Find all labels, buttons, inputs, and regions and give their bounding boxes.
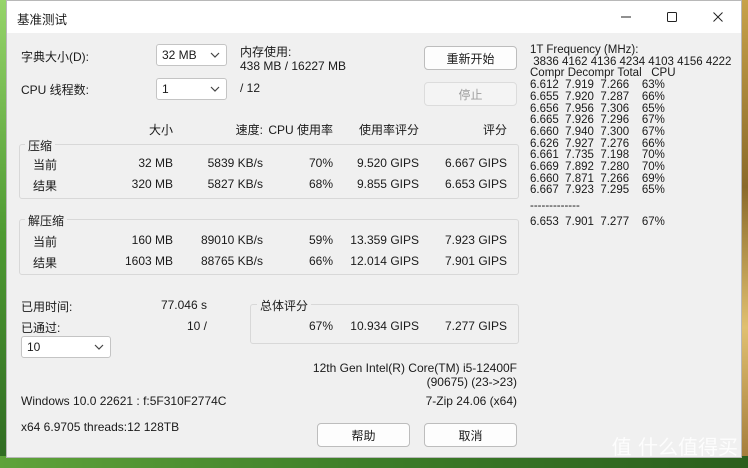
minimize-button[interactable]: [603, 3, 649, 31]
chevron-down-icon: [210, 52, 220, 58]
decompress-current-speed: 89010 KB/s: [200, 233, 263, 247]
cpu-name: 12th Gen Intel(R) Core(TM) i5-12400F: [312, 361, 517, 375]
desktop-background-right: [742, 0, 748, 468]
decompress-current-rating-per-usage: 13.359 GIPS: [350, 233, 419, 247]
chevron-down-icon: [94, 344, 104, 350]
column-header-rating-per-usage: 使用率评分: [358, 123, 419, 137]
passes-select-value: 10: [27, 340, 41, 354]
cpu-id: (90675) (23->23): [426, 375, 517, 389]
dict-size-label: 字典大小(D):: [21, 50, 89, 64]
decompress-result-speed: 88765 KB/s: [200, 254, 263, 268]
frequency-log-panel: 1T Frequency (MHz): 3836 4162 4136 4234 …: [530, 44, 735, 229]
total-rating-label: 总体评分: [257, 297, 312, 314]
cpu-threads-select[interactable]: 1: [156, 78, 227, 100]
title-bar[interactable]: 基准测试: [7, 1, 741, 33]
os-info: Windows 10.0 22621 : f:5F310F2774C: [21, 394, 227, 408]
maximize-button[interactable]: [649, 3, 695, 31]
passes-label: 已通过:: [21, 321, 61, 335]
freq-header: 1T Frequency (MHz):: [530, 44, 639, 56]
decompress-result-rating-per-usage: 12.014 GIPS: [350, 254, 419, 268]
passes-select[interactable]: 10: [21, 336, 111, 358]
decompress-group-label: 解压缩: [25, 212, 68, 229]
compress-result-rating-per-usage: 9.855 GIPS: [356, 177, 419, 191]
elapsed-time-value: 77.046 s: [160, 298, 207, 312]
freq-row: 6.655 7.920 7.287 66%: [530, 90, 665, 103]
freq-summary: 6.653 7.901 7.277 67%: [530, 215, 665, 228]
freq-row: 6.669 7.892 7.280 70%: [530, 161, 665, 174]
close-icon: [713, 12, 723, 22]
total-rating-value: 7.277 GIPS: [444, 319, 507, 333]
version-info: 7-Zip 24.06 (x64): [425, 394, 517, 408]
cpu-threads-value: 1: [162, 82, 169, 96]
compress-result-speed: 5827 KB/s: [207, 177, 263, 191]
compress-result-rating: 6.653 GIPS: [444, 177, 507, 191]
arch-info: x64 6.9705 threads:12 128TB: [21, 420, 180, 434]
decompress-current-size: 160 MB: [131, 233, 173, 247]
compress-result-size: 320 MB: [131, 177, 173, 191]
freq-separator: -------------: [530, 200, 580, 213]
decompress-result-size: 1603 MB: [124, 254, 173, 268]
memory-usage-value: 438 MB / 16227 MB: [240, 59, 347, 73]
elapsed-time-label: 已用时间:: [21, 300, 73, 314]
compress-current-speed: 5839 KB/s: [207, 156, 263, 170]
decompress-result-rating: 7.901 GIPS: [444, 254, 507, 268]
stop-button[interactable]: 停止: [424, 82, 517, 106]
compress-current-rating: 6.667 GIPS: [444, 156, 507, 170]
cancel-button[interactable]: 取消: [424, 423, 517, 447]
memory-usage-label: 内存使用:: [240, 45, 292, 59]
column-header-rating: 评分: [482, 123, 507, 137]
compress-result-label: 结果: [33, 179, 58, 193]
freq-row: 6.667 7.923 7.295 65%: [530, 184, 665, 197]
chevron-down-icon: [210, 86, 220, 92]
restart-button[interactable]: 重新开始: [424, 46, 517, 70]
window-title: 基准测试: [17, 13, 68, 27]
decompress-current-label: 当前: [33, 235, 58, 249]
cpu-threads-label: CPU 线程数:: [21, 83, 90, 97]
dict-size-select[interactable]: 32 MB: [156, 44, 227, 66]
compress-current-usage: 70%: [308, 156, 333, 170]
total-usage: 67%: [308, 319, 333, 333]
column-header-cpu-usage: CPU 使用率: [268, 123, 333, 137]
decompress-current-usage: 59%: [308, 233, 333, 247]
passes-value: 10 /: [186, 319, 207, 333]
column-header-size: 大小: [148, 123, 173, 137]
decompress-current-rating: 7.923 GIPS: [444, 233, 507, 247]
compress-current-size: 32 MB: [138, 156, 173, 170]
minimize-icon: [621, 16, 631, 18]
watermark: 值 什么值得买: [611, 435, 738, 459]
freq-row: 6.660 7.940 7.300 67%: [530, 125, 665, 138]
compress-group-label: 压缩: [25, 137, 56, 154]
maximize-icon: [667, 12, 677, 22]
close-button[interactable]: [695, 3, 741, 31]
benchmark-dialog: 基准测试 字典大小(D): 32 MB 内存使用: 438 MB / 16227…: [6, 0, 742, 458]
dict-size-value: 32 MB: [162, 48, 197, 62]
decompress-result-label: 结果: [33, 256, 58, 270]
decompress-result-usage: 66%: [308, 254, 333, 268]
compress-result-usage: 68%: [308, 177, 333, 191]
compress-current-rating-per-usage: 9.520 GIPS: [356, 156, 419, 170]
column-header-speed: 速度:: [235, 123, 263, 137]
cpu-threads-max: / 12: [240, 81, 261, 95]
total-rating-per-usage: 10.934 GIPS: [350, 319, 419, 333]
compress-current-label: 当前: [33, 158, 58, 172]
help-button[interactable]: 帮助: [317, 423, 410, 447]
